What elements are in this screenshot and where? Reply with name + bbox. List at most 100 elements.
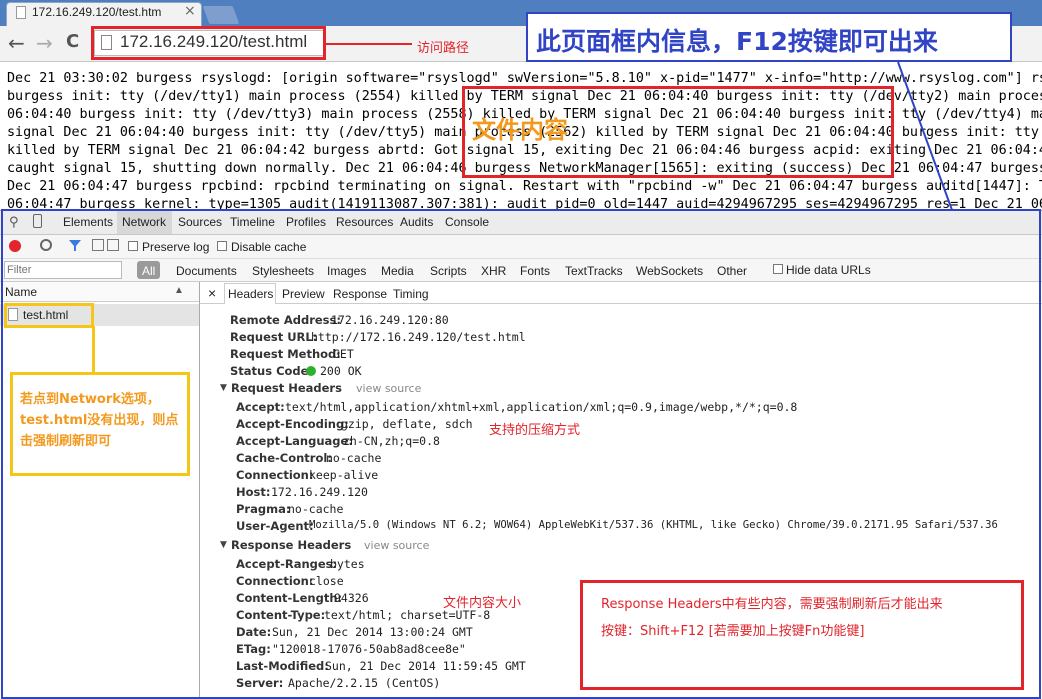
- preserve-log-label: Preserve log: [142, 240, 210, 254]
- details-tabbar: [200, 282, 1042, 304]
- filter-websockets[interactable]: WebSockets: [636, 264, 703, 278]
- response-view-source-link[interactable]: view source: [364, 539, 429, 552]
- hide-data-urls-label: Hide data URLs: [786, 263, 871, 277]
- forward-icon[interactable]: →: [36, 31, 53, 55]
- preserve-log-checkbox[interactable]: [128, 241, 138, 251]
- header-key: Content-Length:: [236, 591, 343, 605]
- response-annotation-line1: Response Headers中有些内容，需要强制刷新后才能出来: [601, 597, 943, 612]
- filter-all-label: All: [142, 264, 156, 278]
- header-key: ETag:: [236, 642, 271, 656]
- tab-resources[interactable]: Resources: [336, 215, 393, 229]
- response-headers-title[interactable]: Response Headers: [231, 538, 351, 552]
- filter-fonts[interactable]: Fonts: [520, 264, 550, 278]
- header-key: Status Code:: [230, 364, 314, 378]
- filter-stylesheets[interactable]: Stylesheets: [252, 264, 314, 278]
- file-content-annotation-label: 文件内容: [472, 116, 568, 144]
- expand-triangle-icon[interactable]: ▼: [220, 383, 227, 393]
- filter-scripts[interactable]: Scripts: [430, 264, 467, 278]
- tab-network[interactable]: Network: [122, 215, 166, 229]
- tab-title: 172.16.249.120/test.htm: [32, 5, 162, 19]
- tab-response[interactable]: Response: [333, 287, 387, 301]
- tab-close-icon[interactable]: ×: [184, 3, 196, 19]
- header-value: zh-CN,zh;q=0.8: [343, 434, 440, 448]
- header-value: "120018-17076-50ab8ad8cee8e": [272, 642, 466, 656]
- tab-sources[interactable]: Sources: [178, 215, 222, 229]
- new-tab-button[interactable]: [202, 6, 240, 24]
- header-value: Mozilla/5.0 (Windows NT 6.2; WOW64) Appl…: [309, 519, 998, 531]
- url-annotation-line: [326, 43, 412, 45]
- header-key: Request Method:: [230, 347, 341, 361]
- f12-annotation-label: 此页面框内信息，F12按键即可出来: [536, 27, 938, 56]
- tab-preview[interactable]: Preview: [282, 287, 325, 301]
- network-annotation-box: [4, 303, 94, 328]
- header-key: Request URL:: [230, 330, 318, 344]
- disable-cache-label: Disable cache: [231, 240, 307, 254]
- header-key: Host:: [236, 485, 271, 499]
- filter-icon[interactable]: [68, 239, 82, 252]
- header-value: 94326: [334, 591, 369, 605]
- compress-annotation-label: 支持的压缩方式: [489, 423, 581, 438]
- reload-icon[interactable]: C: [66, 31, 79, 52]
- filter-input[interactable]: [4, 261, 122, 279]
- header-value: text/html; charset=UTF-8: [324, 608, 491, 622]
- header-value: 172.16.249.120:80: [331, 313, 449, 327]
- status-ok-icon: [306, 366, 316, 376]
- header-key: Connection:: [236, 574, 314, 588]
- back-icon[interactable]: ←: [8, 31, 25, 55]
- header-value: close: [309, 574, 344, 588]
- header-key: Connection:: [236, 468, 314, 482]
- network-annotation-label: 若点到Network选项，test.html没有出现，则点击强制刷新即可: [20, 392, 179, 449]
- device-mode-icon[interactable]: [33, 214, 42, 228]
- filter-xhr[interactable]: XHR: [481, 264, 506, 278]
- header-value: 172.16.249.120: [271, 485, 368, 499]
- header-value: no-cache: [288, 502, 344, 516]
- request-headers-title[interactable]: Request Headers: [231, 381, 342, 395]
- clear-icon[interactable]: [40, 239, 52, 251]
- search-icon[interactable]: ⚲: [9, 215, 19, 230]
- tab-elements[interactable]: Elements: [63, 215, 113, 229]
- overview-toggle-icon[interactable]: [107, 239, 119, 251]
- header-key: Accept-Language:: [236, 434, 353, 448]
- hide-data-urls-checkbox[interactable]: [773, 264, 783, 274]
- header-key: Accept:: [236, 400, 285, 414]
- name-header-label: Name: [5, 285, 38, 299]
- filter-documents[interactable]: Documents: [176, 264, 237, 278]
- tab-timing[interactable]: Timing: [393, 287, 429, 301]
- header-value: http://172.16.249.120/test.html: [311, 330, 526, 344]
- header-value: gzip, deflate, sdch: [341, 417, 473, 431]
- close-details-icon[interactable]: ×: [208, 285, 216, 301]
- header-key: Accept-Ranges:: [236, 557, 338, 571]
- header-value: Sun, 21 Dec 2014 13:00:24 GMT: [272, 625, 473, 639]
- header-value: Sun, 21 Dec 2014 11:59:45 GMT: [325, 659, 526, 673]
- header-key: Date:: [236, 625, 272, 639]
- record-icon[interactable]: [9, 240, 21, 252]
- expand-triangle-icon[interactable]: ▼: [220, 540, 227, 550]
- header-key: Content-Type:: [236, 608, 326, 622]
- filter-texttracks[interactable]: TextTracks: [565, 264, 623, 278]
- tab-console[interactable]: Console: [445, 215, 489, 229]
- sort-ascending-icon[interactable]: ▲: [174, 285, 184, 296]
- tab-profiles[interactable]: Profiles: [286, 215, 326, 229]
- view-toggle-icon[interactable]: [92, 239, 104, 251]
- filter-media[interactable]: Media: [381, 264, 414, 278]
- filter-images[interactable]: Images: [327, 264, 366, 278]
- header-key: Remote Address:: [230, 313, 341, 327]
- disable-cache-checkbox[interactable]: [217, 241, 227, 251]
- header-key: User-Agent:: [236, 519, 314, 533]
- network-annotation-line: [92, 326, 95, 374]
- header-key: Cache-Control:: [236, 451, 332, 465]
- response-annotation-line2: 按键：Shift+F12 [若需要加上按键Fn功能键]: [601, 624, 865, 639]
- header-value: GET: [333, 347, 354, 361]
- filter-other[interactable]: Other: [717, 264, 747, 278]
- header-value: no-cache: [326, 451, 382, 465]
- header-key: Server:: [236, 676, 284, 690]
- tab-timeline[interactable]: Timeline: [230, 215, 275, 229]
- tab-headers[interactable]: Headers: [228, 287, 273, 301]
- tab-audits[interactable]: Audits: [400, 215, 433, 229]
- header-key: Accept-Encoding:: [236, 417, 349, 431]
- header-value: text/html,application/xhtml+xml,applicat…: [285, 400, 798, 414]
- url-annotation-label: 访问路径: [417, 41, 470, 56]
- header-value: 200 OK: [320, 364, 362, 378]
- header-value: Apache/2.2.15 (CentOS): [288, 676, 441, 690]
- request-view-source-link[interactable]: view source: [356, 382, 421, 395]
